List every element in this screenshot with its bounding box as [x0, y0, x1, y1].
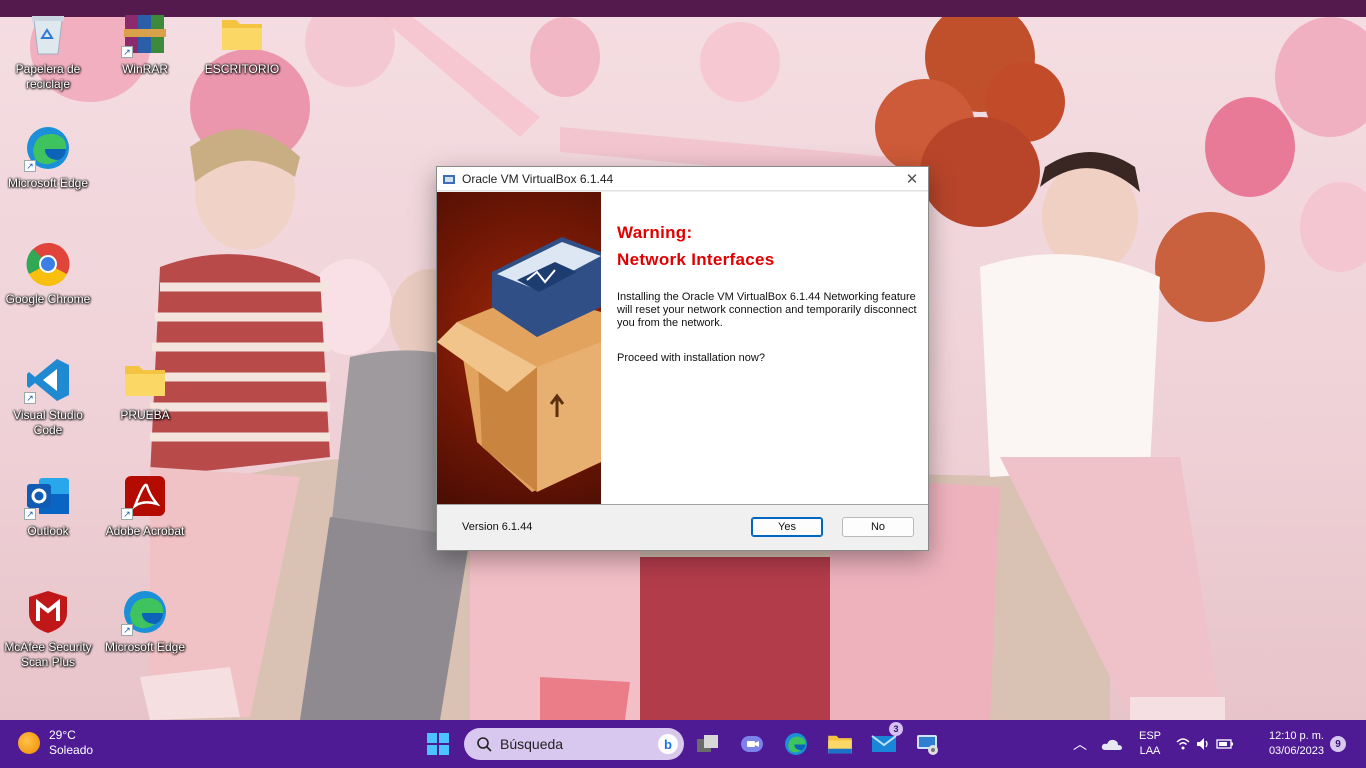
search-icon	[477, 737, 492, 752]
warning-description: Installing the Oracle VM VirtualBox 6.1.…	[617, 291, 917, 329]
bing-icon[interactable]: b	[658, 734, 678, 754]
quick-settings-icons	[1176, 738, 1233, 750]
dialog-titlebar[interactable]: Oracle VM VirtualBox 6.1.44 ✕	[437, 167, 928, 191]
shortcut-arrow-icon: ↗	[24, 508, 36, 520]
mcafee-icon	[24, 588, 72, 636]
folder-icon	[218, 10, 266, 58]
clock-date: 03/06/2023	[1268, 745, 1324, 757]
yes-button[interactable]: Yes	[751, 517, 823, 537]
desktop-icon-label: WinRAR	[121, 62, 168, 76]
desktop-icon-label: Outlook	[27, 524, 69, 538]
language-indicator[interactable]: ESP LAA	[1136, 729, 1164, 759]
file-explorer-icon	[828, 735, 852, 754]
edge-icon: ↗	[121, 588, 169, 636]
taskbar: 29°C Soleado Búsqueda b 3 ︿ ESP LAA 12:1…	[0, 720, 1366, 768]
dialog-content: Warning: Network Interfaces Installing t…	[617, 192, 917, 365]
weather-description: Soleado	[49, 743, 94, 757]
taskbar-installer-button[interactable]	[912, 728, 944, 760]
chat-icon	[741, 736, 763, 752]
desktop-icon-chrome[interactable]: Google Chrome	[0, 240, 96, 307]
desktop-icon-label: ESCRITORIO	[204, 62, 280, 76]
desktop-icon-edge-2[interactable]: ↗ Microsoft Edge	[97, 588, 193, 655]
close-icon: ✕	[905, 170, 919, 188]
acrobat-icon: ↗	[121, 472, 169, 520]
quick-settings-button[interactable]	[1172, 728, 1238, 760]
keyboard-layout: LAA	[1139, 745, 1161, 757]
close-button[interactable]: ✕	[896, 167, 928, 190]
recycle-bin-icon	[24, 10, 72, 58]
taskbar-file-explorer-button[interactable]	[824, 728, 856, 760]
weather-temperature: 29°C	[49, 728, 76, 742]
desktop-icon-acrobat[interactable]: ↗ Adobe Acrobat	[97, 472, 193, 539]
shortcut-arrow-icon: ↗	[121, 46, 133, 58]
battery-icon	[1216, 739, 1233, 749]
virtualbox-box-illustration	[437, 192, 601, 504]
winrar-icon: ↗	[121, 10, 169, 58]
desktop-icon-winrar[interactable]: ↗ WinRAR	[97, 10, 193, 77]
warning-heading-line2: Network Interfaces	[617, 250, 775, 269]
taskbar-edge-button[interactable]	[780, 728, 812, 760]
desktop-icon-mcafee[interactable]: McAfee Security Scan Plus	[0, 588, 96, 670]
windows-start-icon	[427, 733, 449, 755]
dialog-separator	[437, 504, 928, 505]
taskbar-clock[interactable]: 12:10 p. m. 03/06/2023	[1254, 729, 1324, 759]
dialog-title: Oracle VM VirtualBox 6.1.44	[462, 171, 614, 186]
edge-icon: ↗	[24, 124, 72, 172]
onedrive-cloud-icon	[1101, 739, 1122, 750]
dialog-body: Warning: Network Interfaces Installing t…	[437, 192, 928, 504]
show-hidden-icons-button[interactable]: ︿	[1064, 728, 1096, 760]
shortcut-arrow-icon: ↗	[121, 624, 133, 636]
task-view-button[interactable]	[692, 728, 724, 760]
desktop-icon-outlook[interactable]: ↗ Outlook	[0, 472, 96, 539]
desktop-icon-label: Microsoft Edge	[7, 176, 89, 190]
virtualbox-installer-dialog: Oracle VM VirtualBox 6.1.44 ✕ Warning: N…	[436, 166, 929, 551]
chrome-icon	[24, 240, 72, 288]
taskbar-search[interactable]: Búsqueda b	[464, 728, 684, 760]
mail-badge: 3	[889, 722, 903, 736]
desktop-icon-edge[interactable]: ↗ Microsoft Edge	[0, 124, 96, 191]
chevron-up-icon: ︿	[1073, 736, 1087, 752]
mail-icon	[871, 735, 897, 752]
outlook-icon: ↗	[24, 472, 72, 520]
teams-chat-button[interactable]	[736, 728, 768, 760]
desktop-icon-label: Google Chrome	[5, 292, 91, 306]
desktop-icon-prueba[interactable]: PRUEBA	[97, 356, 193, 423]
desktop-icon-vscode[interactable]: ↗ Visual Studio Code	[0, 356, 96, 438]
notification-center-badge[interactable]: 9	[1330, 736, 1346, 752]
desktop-icon-label: Visual Studio Code	[13, 408, 83, 437]
desktop-icon-label: PRUEBA	[120, 408, 170, 422]
desktop-icon-label: Microsoft Edge	[104, 640, 186, 654]
onedrive-button[interactable]	[1096, 728, 1128, 760]
taskbar-mail-button[interactable]: 3	[868, 722, 903, 760]
task-view-icon	[697, 735, 718, 752]
vscode-icon: ↗	[24, 356, 72, 404]
language-code: ESP	[1138, 730, 1161, 742]
no-button[interactable]: No	[842, 517, 914, 537]
desktop-icon-recycle-bin[interactable]: Papelera de reciclaje	[0, 10, 96, 92]
volume-icon	[1197, 738, 1208, 750]
desktop-icon-label: Papelera de reciclaje	[15, 62, 81, 91]
edge-icon	[785, 733, 807, 755]
warning-heading: Warning: Network Interfaces	[617, 219, 917, 273]
folder-icon	[121, 356, 169, 404]
version-label: Version 6.1.44	[462, 521, 533, 533]
clock-time: 12:10 p. m.	[1268, 730, 1324, 742]
warning-heading-line1: Warning:	[617, 223, 693, 242]
shortcut-arrow-icon: ↗	[24, 160, 36, 172]
start-button[interactable]	[422, 728, 454, 760]
virtualbox-app-icon	[443, 174, 455, 184]
sun-icon	[18, 732, 40, 754]
search-placeholder: Búsqueda	[500, 736, 564, 752]
desktop-icon-label: McAfee Security Scan Plus	[4, 640, 92, 669]
proceed-question: Proceed with installation now?	[617, 352, 765, 364]
weather-widget[interactable]: 29°C Soleado	[18, 728, 93, 758]
shortcut-arrow-icon: ↗	[121, 508, 133, 520]
wifi-icon	[1176, 738, 1190, 750]
installer-icon	[917, 735, 938, 755]
desktop-icon-escritorio[interactable]: ESCRITORIO	[194, 10, 290, 77]
shortcut-arrow-icon: ↗	[24, 392, 36, 404]
desktop-icon-label: Adobe Acrobat	[105, 524, 185, 538]
weather-text: 29°C Soleado	[49, 728, 93, 758]
